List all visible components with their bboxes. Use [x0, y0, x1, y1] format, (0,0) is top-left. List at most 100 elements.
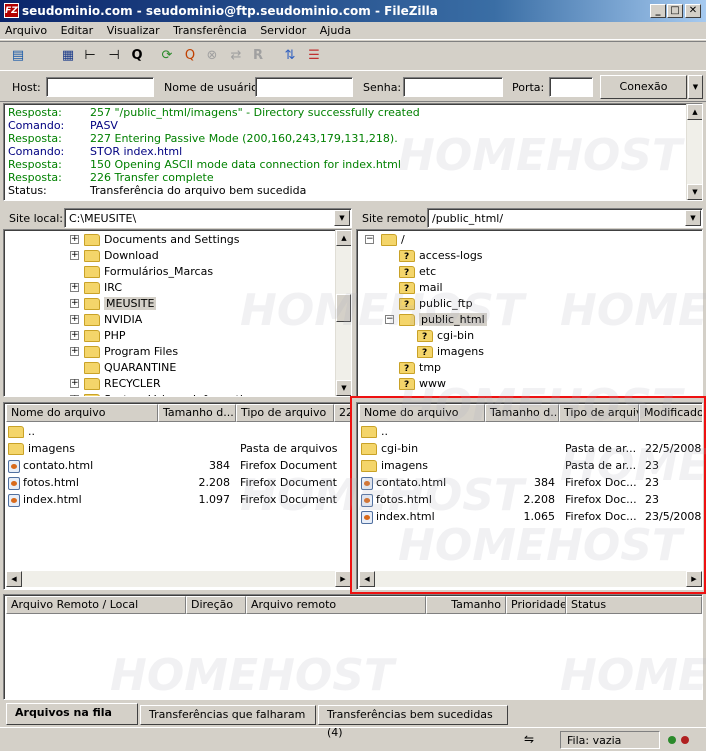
- queue-col-remote[interactable]: Arquivo remoto: [246, 596, 426, 614]
- expand-icon[interactable]: +: [70, 331, 79, 340]
- menu-ajuda[interactable]: Ajuda: [315, 22, 356, 37]
- disconnect-icon[interactable]: ⇄: [226, 46, 246, 66]
- remote-col-type[interactable]: Tipo de arquivo: [559, 404, 639, 422]
- expand-icon[interactable]: +: [70, 235, 79, 244]
- expand-icon[interactable]: +: [70, 379, 79, 388]
- scroll-left-icon[interactable]: ◀: [6, 571, 22, 587]
- scroll-left-icon[interactable]: ◀: [359, 571, 375, 587]
- expand-icon[interactable]: +: [70, 299, 79, 308]
- user-input[interactable]: [255, 77, 353, 97]
- expand-icon[interactable]: +: [70, 251, 79, 260]
- remote-file-row[interactable]: contato.html 384 Firefox Doc... 23: [361, 474, 701, 491]
- local-tree-item[interactable]: Formulários_Marcas: [84, 264, 213, 280]
- toggle-local-tree-icon[interactable]: ⊢: [80, 46, 100, 66]
- scroll-thumb[interactable]: [336, 294, 351, 322]
- remote-tree-item[interactable]: imagens: [417, 344, 484, 361]
- menu-servidor[interactable]: Servidor: [255, 22, 311, 37]
- expand-icon[interactable]: +: [70, 347, 79, 356]
- remote-col-size[interactable]: Tamanho d...: [485, 404, 559, 422]
- chevron-down-icon[interactable]: ▼: [334, 210, 350, 226]
- queue-col-size[interactable]: Tamanho: [426, 596, 506, 614]
- expand-icon[interactable]: +: [70, 395, 79, 396]
- scroll-right-icon[interactable]: ▶: [686, 571, 702, 587]
- local-tree-item[interactable]: System Volume Information: [84, 392, 257, 396]
- scroll-right-icon[interactable]: ▶: [335, 571, 351, 587]
- remote-tree-item[interactable]: cgi-bin: [417, 328, 474, 345]
- port-input[interactable]: [549, 77, 593, 97]
- close-button[interactable]: ✕: [685, 4, 701, 18]
- remote-path-combo[interactable]: /public_html/ ▼: [427, 208, 703, 228]
- remote-file-row[interactable]: fotos.html 2.208 Firefox Doc... 23: [361, 491, 701, 508]
- menu-editar[interactable]: Editar: [56, 22, 99, 37]
- local-tree-item[interactable]: MEUSITE: [84, 296, 157, 312]
- local-col-name[interactable]: Nome do arquivo: [6, 404, 158, 422]
- tab-successful-transfers[interactable]: Transferências bem sucedidas (4): [318, 705, 508, 739]
- local-tree-item[interactable]: RECYCLER: [84, 376, 161, 392]
- remote-file-row[interactable]: cgi-bin Pasta de ar... 22/5/2008: [361, 440, 701, 457]
- remote-files-hscrollbar[interactable]: ◀ ▶: [359, 571, 702, 587]
- host-input[interactable]: [46, 77, 154, 97]
- compare-icon[interactable]: ⇅: [280, 46, 300, 66]
- minimize-button[interactable]: _: [650, 4, 666, 18]
- local-file-row[interactable]: fotos.html 2.208 Firefox Document: [8, 474, 348, 491]
- remote-tree-item[interactable]: mail: [399, 280, 443, 297]
- local-file-row[interactable]: index.html 1.097 Firefox Document: [8, 491, 348, 508]
- toggle-queue-icon[interactable]: Q: [127, 46, 147, 66]
- local-tree-item[interactable]: IRC: [84, 280, 122, 296]
- remote-col-name[interactable]: Nome do arquivo: [359, 404, 485, 422]
- local-tree-item[interactable]: Download: [84, 248, 159, 264]
- local-tree-scrollbar[interactable]: ▲ ▼: [335, 230, 351, 396]
- toggle-remote-tree-icon[interactable]: ⊣: [104, 46, 124, 66]
- reconnect-icon[interactable]: R: [248, 46, 268, 66]
- queue-col-direction[interactable]: Direção: [186, 596, 246, 614]
- process-queue-icon[interactable]: Q: [180, 46, 200, 66]
- password-input[interactable]: [403, 77, 503, 97]
- remote-file-row[interactable]: ..: [361, 423, 701, 440]
- remote-tree-item[interactable]: access-logs: [399, 248, 483, 265]
- local-file-row[interactable]: contato.html 384 Firefox Document: [8, 457, 348, 474]
- cancel-icon[interactable]: ⊗: [202, 46, 222, 66]
- remote-col-modified[interactable]: Modificado p: [639, 404, 702, 422]
- local-file-row[interactable]: imagens Pasta de arquivos: [8, 440, 348, 457]
- tab-queued-files[interactable]: Arquivos na fila: [6, 703, 138, 725]
- local-tree-item[interactable]: PHP: [84, 328, 126, 344]
- local-file-row[interactable]: ..: [8, 423, 348, 440]
- queue-col-status[interactable]: Status: [566, 596, 702, 614]
- menu-transferencia[interactable]: Transferência: [168, 22, 252, 37]
- toggle-log-icon[interactable]: ▦: [58, 46, 78, 66]
- remote-tree-item[interactable]: www: [399, 376, 446, 393]
- remote-file-row[interactable]: imagens Pasta de ar... 23: [361, 457, 701, 474]
- log-scrollbar[interactable]: ▲ ▼: [686, 104, 702, 200]
- remote-file-row[interactable]: index.html 1.065 Firefox Doc... 23/5/2008 (: [361, 508, 701, 525]
- remote-tree-item[interactable]: tmp: [399, 360, 441, 377]
- local-tree-item[interactable]: NVIDIA: [84, 312, 142, 328]
- local-col-modified[interactable]: 22: [334, 404, 351, 422]
- local-col-size[interactable]: Tamanho d...: [158, 404, 236, 422]
- remote-tree-item[interactable]: etc: [399, 264, 436, 281]
- collapse-icon[interactable]: −: [385, 315, 394, 324]
- maximize-button[interactable]: □: [667, 4, 683, 18]
- local-path-combo[interactable]: C:\MEUSITE\ ▼: [64, 208, 352, 228]
- tab-failed-transfers[interactable]: Transferências que falharam: [140, 705, 316, 725]
- remote-tree-item[interactable]: public_ftp: [399, 296, 473, 313]
- queue-col-local[interactable]: Arquivo Remoto / Local: [6, 596, 186, 614]
- queue-col-priority[interactable]: Prioridade: [506, 596, 566, 614]
- scroll-down-icon[interactable]: ▼: [687, 184, 702, 200]
- quickconnect-button[interactable]: Conexão rápida: [600, 75, 687, 115]
- filter-icon[interactable]: ☰: [304, 46, 324, 66]
- expand-icon[interactable]: +: [70, 283, 79, 292]
- local-tree-item[interactable]: QUARANTINE: [84, 360, 176, 376]
- scroll-down-icon[interactable]: ▼: [336, 380, 351, 396]
- menu-visualizar[interactable]: Visualizar: [102, 22, 165, 37]
- local-tree-item[interactable]: Program Files: [84, 344, 178, 360]
- local-tree-item[interactable]: Documents and Settings: [84, 232, 240, 248]
- remote-tree-item[interactable]: /: [381, 232, 405, 248]
- quickconnect-history-button[interactable]: ▼: [688, 75, 703, 99]
- local-col-type[interactable]: Tipo de arquivo: [236, 404, 334, 422]
- local-files-hscrollbar[interactable]: ◀ ▶: [6, 571, 351, 587]
- chevron-down-icon[interactable]: ▼: [685, 210, 701, 226]
- remote-tree-item[interactable]: public_html: [399, 312, 487, 328]
- site-manager-icon[interactable]: ▤: [8, 46, 28, 66]
- scroll-up-icon[interactable]: ▲: [336, 230, 351, 246]
- expand-icon[interactable]: +: [70, 315, 79, 324]
